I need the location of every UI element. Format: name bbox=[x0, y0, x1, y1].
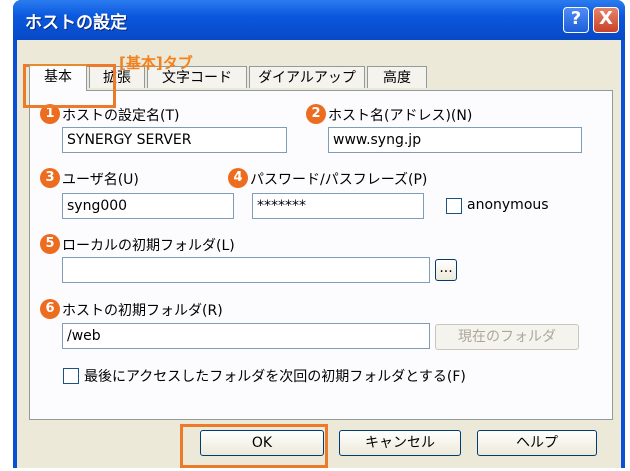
basic-tab-panel: 1 ホストの設定名(T) SYNERGY SERVER 2 ホスト名(アドレス)… bbox=[29, 90, 613, 420]
current-folder-button[interactable]: 現在のフォルダ bbox=[435, 324, 579, 350]
basic-tab-callout: [基本]タブ bbox=[119, 54, 193, 72]
marker-3: 3 bbox=[40, 168, 60, 188]
tab-basic[interactable]: 基本 bbox=[29, 64, 87, 91]
ok-button-highlight bbox=[180, 424, 328, 468]
host-setting-name-input[interactable]: SYNERGY SERVER bbox=[62, 127, 287, 153]
username-label: ユーザ名(U) bbox=[62, 172, 139, 188]
window-title: ホストの設定 bbox=[25, 13, 127, 33]
host-address-input[interactable]: www.syng.jp bbox=[328, 127, 582, 153]
remember-last-folder-checkbox[interactable] bbox=[63, 368, 79, 384]
marker-6: 6 bbox=[40, 299, 60, 319]
marker-2: 2 bbox=[306, 104, 326, 124]
anonymous-checkbox[interactable] bbox=[446, 198, 462, 214]
host-setting-name-label: ホストの設定名(T) bbox=[62, 108, 180, 124]
host-address-label: ホスト名(アドレス)(N) bbox=[328, 108, 473, 124]
marker-5: 5 bbox=[40, 234, 60, 254]
remember-last-folder-label: 最後にアクセスしたフォルダを次回の初期フォルダとする(F) bbox=[84, 369, 466, 385]
browse-button[interactable]: ... bbox=[435, 259, 457, 281]
username-input[interactable]: syng000 bbox=[62, 193, 234, 219]
host-folder-label: ホストの初期フォルダ(R) bbox=[62, 303, 223, 319]
title-bar[interactable]: ホストの設定 ? X bbox=[13, 0, 625, 40]
close-icon[interactable]: X bbox=[593, 7, 619, 33]
anonymous-label: anonymous bbox=[467, 197, 549, 213]
tab-dialup[interactable]: ダイアルアップ bbox=[249, 66, 365, 88]
tab-advanced[interactable]: 高度 bbox=[367, 66, 427, 88]
host-folder-input[interactable]: /web bbox=[62, 323, 430, 349]
local-folder-label: ローカルの初期フォルダ(L) bbox=[62, 238, 235, 254]
password-input[interactable]: ******* bbox=[252, 193, 424, 219]
help-icon[interactable]: ? bbox=[563, 7, 589, 33]
password-label: パスワード/パスフレーズ(P) bbox=[250, 172, 428, 188]
local-folder-input[interactable] bbox=[62, 257, 430, 283]
cancel-button[interactable]: キャンセル bbox=[339, 430, 461, 456]
help-button[interactable]: ヘルプ bbox=[477, 430, 597, 456]
marker-4: 4 bbox=[228, 168, 248, 188]
